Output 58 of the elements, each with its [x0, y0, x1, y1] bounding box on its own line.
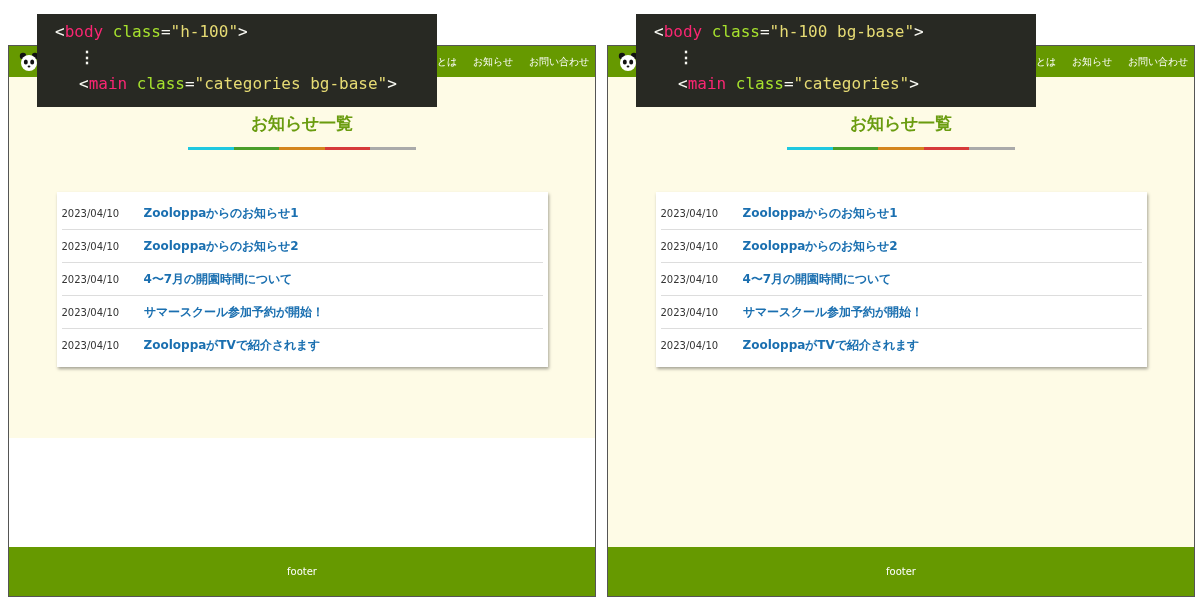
- nav-link[interactable]: とは: [437, 54, 457, 69]
- code-token: class: [112, 22, 161, 41]
- nav-link[interactable]: お知らせ: [1072, 54, 1112, 69]
- news-link[interactable]: 4〜7月の開園時間について: [742, 270, 892, 288]
- news-link[interactable]: サマースクール参加予約が開始！: [143, 303, 324, 321]
- news-date: 2023/04/10: [660, 273, 720, 285]
- page-title: お知らせ一覧: [850, 112, 952, 135]
- nav-link[interactable]: お問い合わせ: [529, 54, 589, 69]
- nav-link[interactable]: お知らせ: [473, 54, 513, 69]
- code-token: <: [55, 22, 65, 41]
- code-token: =: [184, 74, 195, 93]
- code-token: =: [783, 74, 794, 93]
- news-date: 2023/04/10: [660, 207, 720, 219]
- news-date: 2023/04/10: [660, 306, 720, 318]
- code-token: class: [136, 74, 185, 93]
- news-link[interactable]: サマースクール参加予約が開始！: [742, 303, 923, 321]
- nav-link[interactable]: とは: [1036, 54, 1056, 69]
- code-token: "categories bg-base": [194, 74, 388, 93]
- news-date: 2023/04/10: [61, 240, 121, 252]
- panda-logo-icon: [19, 51, 39, 72]
- code-token: "categories": [793, 74, 910, 93]
- news-date: 2023/04/10: [61, 306, 121, 318]
- code-token: ⋮: [79, 48, 95, 67]
- nav-link[interactable]: お問い合わせ: [1128, 54, 1188, 69]
- footer-text: footer: [287, 566, 317, 577]
- code-token: >: [387, 74, 397, 93]
- news-link[interactable]: 4〜7月の開園時間について: [143, 270, 293, 288]
- news-date: 2023/04/10: [660, 240, 720, 252]
- code-token: main: [88, 74, 128, 93]
- code-token: >: [238, 22, 248, 41]
- code-token: ⋮: [678, 48, 694, 67]
- code-token: "h-100": [170, 22, 238, 41]
- news-date: 2023/04/10: [61, 339, 121, 351]
- code-token: >: [914, 22, 924, 41]
- news-link[interactable]: Zooloppaからのお知らせ2: [742, 237, 898, 255]
- code-token: =: [160, 22, 171, 41]
- page-title: お知らせ一覧: [251, 112, 353, 135]
- code-token: class: [735, 74, 784, 93]
- code-token: body: [663, 22, 703, 41]
- news-link[interactable]: ZooloppaがTVで紹介されます: [143, 336, 320, 354]
- news-date: 2023/04/10: [61, 273, 121, 285]
- news-link[interactable]: ZooloppaがTVで紹介されます: [742, 336, 919, 354]
- code-token: <: [678, 74, 688, 93]
- code-token: <: [654, 22, 664, 41]
- code-token: >: [909, 74, 919, 93]
- code-token: "h-100 bg-base": [769, 22, 915, 41]
- footer-text: footer: [886, 566, 916, 577]
- code-token: <: [79, 74, 89, 93]
- code-token: =: [759, 22, 770, 41]
- code-token: class: [711, 22, 760, 41]
- news-link[interactable]: Zooloppaからのお知らせ1: [143, 204, 299, 222]
- news-link[interactable]: Zooloppaからのお知らせ2: [143, 237, 299, 255]
- news-date: 2023/04/10: [660, 339, 720, 351]
- code-token: main: [687, 74, 727, 93]
- panda-logo-icon: [618, 51, 638, 72]
- news-date: 2023/04/10: [61, 207, 121, 219]
- news-link[interactable]: Zooloppaからのお知らせ1: [742, 204, 898, 222]
- code-token: body: [64, 22, 104, 41]
